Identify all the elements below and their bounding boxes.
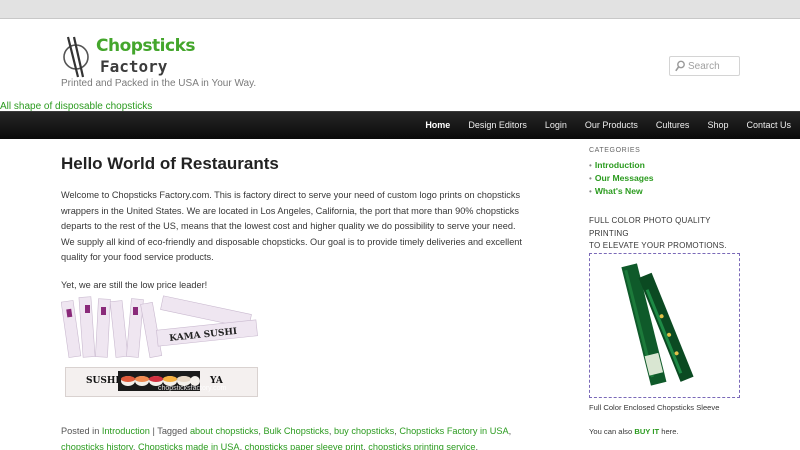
category-item[interactable]: • What's New — [589, 185, 749, 198]
bullet-icon: • — [589, 187, 592, 196]
buy-it-link[interactable]: BUY IT — [634, 427, 659, 436]
tag-link[interactable]: chopsticks printing service — [368, 442, 475, 450]
image-watermark: chopsticksfactory.com — [158, 385, 227, 392]
post-content: Hello World of Restaurants Welcome to Ch… — [61, 154, 529, 290]
category-item[interactable]: • Our Messages — [589, 172, 749, 185]
bullet-icon: • — [589, 174, 592, 183]
tag-link[interactable]: about chopsticks — [190, 426, 258, 436]
product-photo[interactable]: KAMA SUSHI SUSHI YA chopsticksfactory.co… — [61, 295, 261, 401]
tag-link[interactable]: Chopsticks made in USA — [138, 442, 240, 450]
main-nav: Home Design Editors Login Our Products C… — [0, 111, 800, 139]
search-box[interactable] — [669, 56, 740, 76]
post-meta: Posted in Introduction | Tagged about ch… — [61, 426, 512, 450]
promo-line-1: FULL COLOR PHOTO QUALITY PRINTING — [589, 216, 711, 238]
bullet-icon: • — [589, 161, 592, 170]
tag-link[interactable]: Chopsticks Factory in USA — [399, 426, 508, 436]
nav-item-shop[interactable]: Shop — [698, 112, 737, 140]
logo-text-factory: Factory — [100, 57, 168, 76]
nav-item-our-products[interactable]: Our Products — [576, 112, 647, 140]
categories-heading: CATEGORIES — [589, 147, 641, 154]
post-tagline: Yet, we are still the low price leader! — [61, 279, 208, 290]
tag-link[interactable]: chopsticks history — [61, 442, 133, 450]
chopsticks-sleeve-image — [590, 254, 739, 397]
wrapper-text-sushi: SUSHI — [86, 376, 120, 386]
site-tagline: Printed and Packed in the USA in Your Wa… — [61, 78, 257, 89]
sleeve-caption: Full Color Enclosed Chopsticks Sleeve — [589, 403, 720, 412]
meta-separator: | — [152, 426, 155, 436]
buy-it-line: You can also BUY IT here. — [589, 427, 679, 436]
tagged-label: Tagged — [157, 426, 188, 436]
browser-top-strip — [0, 0, 800, 19]
chopstick-wrappers-image: KAMA SUSHI — [61, 295, 259, 359]
promo-text: FULL COLOR PHOTO QUALITY PRINTING TO ELE… — [589, 215, 749, 253]
sleeve-promo-image[interactable] — [589, 253, 740, 398]
tag-link[interactable]: buy chopsticks — [334, 426, 394, 436]
category-label[interactable]: Our Messages — [595, 173, 654, 183]
search-icon — [675, 60, 685, 72]
page: Chopsticks Factory Printed and Packed in… — [0, 19, 800, 450]
nav-item-home[interactable]: Home — [416, 112, 459, 140]
category-link-introduction[interactable]: Introduction — [102, 426, 150, 436]
buy-suffix: here. — [661, 427, 679, 436]
promo-line-2: TO ELEVATE YOUR PROMOTIONS. — [589, 241, 727, 250]
tag-link[interactable]: chopsticks paper sleeve print — [245, 442, 363, 450]
nav-item-login[interactable]: Login — [536, 112, 576, 140]
chopsticks-logo-icon — [63, 36, 89, 78]
search-input[interactable] — [688, 58, 738, 74]
buy-prefix: You can also — [589, 427, 633, 436]
category-label[interactable]: What's New — [595, 186, 643, 196]
nav-item-cultures[interactable]: Cultures — [647, 112, 699, 140]
categories-list: • Introduction • Our Messages • What's New — [589, 159, 749, 198]
tag-link[interactable]: Bulk Chopsticks — [263, 426, 328, 436]
sidebar: CATEGORIES • Introduction • Our Messages •… — [589, 147, 749, 436]
posted-in-label: Posted in — [61, 426, 100, 436]
site-logo[interactable]: Chopsticks Factory — [62, 35, 196, 79]
sushi-wrapper-image: SUSHI YA chopsticksfactory.com — [65, 367, 258, 397]
category-label[interactable]: Introduction — [595, 160, 645, 170]
post-title[interactable]: Hello World of Restaurants — [61, 154, 529, 174]
logo-text-chopsticks: Chopsticks — [96, 36, 196, 56]
category-item[interactable]: • Introduction — [589, 159, 749, 172]
nav-item-contact-us[interactable]: Contact Us — [737, 112, 800, 140]
post-body: Welcome to Chopsticks Factory.com. This … — [61, 190, 522, 262]
nav-item-design-editors[interactable]: Design Editors — [459, 112, 536, 140]
